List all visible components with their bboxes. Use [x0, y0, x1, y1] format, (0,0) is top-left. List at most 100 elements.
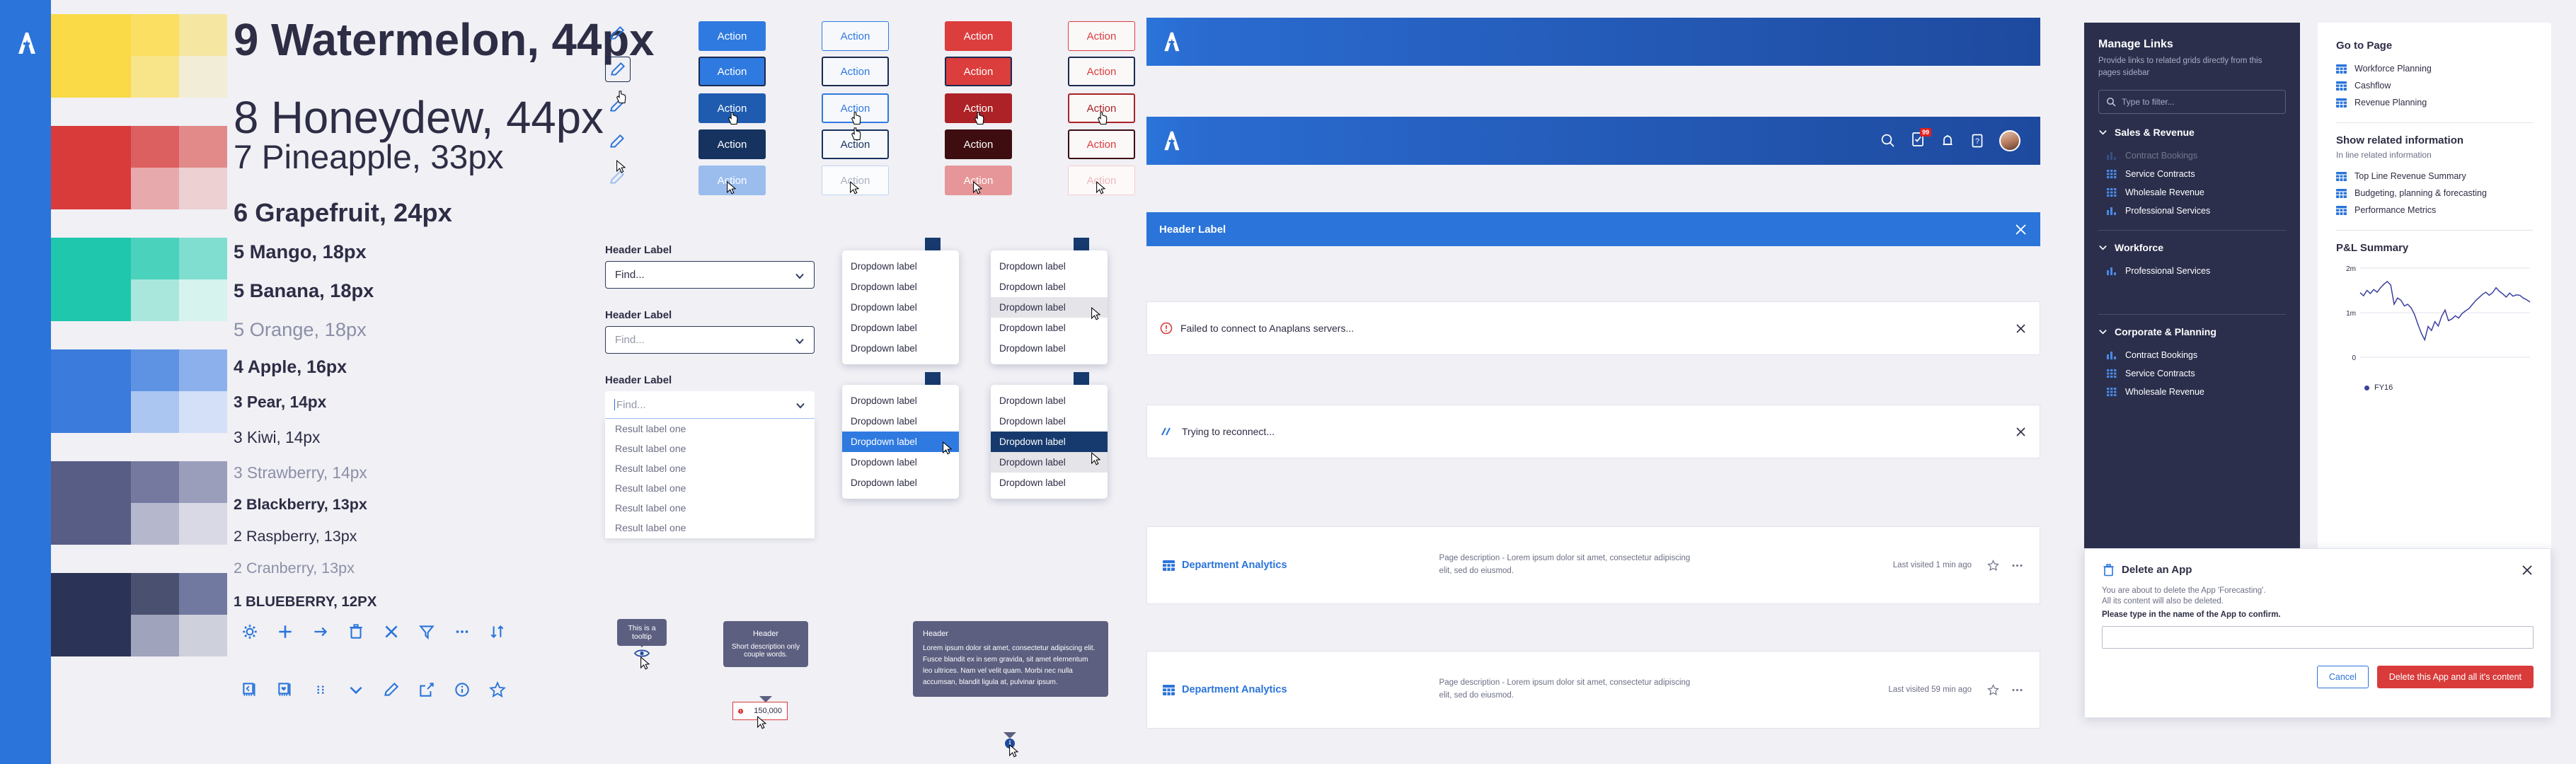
- trash-icon[interactable]: [347, 623, 365, 641]
- dropdown-item[interactable]: Dropdown label: [842, 411, 959, 432]
- action-button-secondary-red-focus[interactable]: Action: [1068, 57, 1135, 86]
- sidebar-link-wholesale-revenue[interactable]: Wholesale Revenue: [2098, 383, 2286, 401]
- sidebar-link-service-contracts[interactable]: Service Contracts: [2098, 364, 2286, 383]
- related-info-link-performance-metrics[interactable]: Performance Metrics: [2336, 202, 2533, 219]
- ellipsis-icon[interactable]: [2011, 684, 2024, 696]
- action-button-secondary-red-active[interactable]: Action: [1068, 129, 1135, 159]
- action-button-primary-red-default[interactable]: Action: [945, 21, 1012, 51]
- action-button-primary-red-focus[interactable]: Action: [945, 57, 1012, 86]
- close-icon[interactable]: [2015, 323, 2027, 335]
- ellipsis-icon[interactable]: [2011, 560, 2024, 572]
- dropdown-item[interactable]: Dropdown label: [991, 338, 1108, 359]
- page-card[interactable]: Department Analytics Page description - …: [1146, 526, 2040, 604]
- go-to-page-link-cashflow[interactable]: Cashflow: [2336, 77, 2533, 94]
- gear-icon[interactable]: [241, 623, 259, 641]
- export-icon[interactable]: [418, 681, 436, 699]
- action-button-primary-blue-active[interactable]: Action: [698, 129, 766, 159]
- bell-icon[interactable]: [1940, 133, 1955, 149]
- star-icon[interactable]: [488, 681, 507, 699]
- related-info-link-budgeting-planning-forecasting[interactable]: Budgeting, planning & forecasting: [2336, 185, 2533, 202]
- star-icon[interactable]: [1987, 559, 1999, 572]
- avatar[interactable]: [1999, 130, 2020, 151]
- dropdown-item[interactable]: Dropdown label: [991, 256, 1108, 277]
- plus-icon[interactable]: [276, 623, 294, 641]
- sort-icon[interactable]: [488, 623, 507, 641]
- dropdown-item[interactable]: Dropdown label: [842, 318, 959, 338]
- pencil-icon[interactable]: [608, 132, 626, 151]
- filter-icon[interactable]: [418, 623, 436, 641]
- dropdown-item[interactable]: Dropdown label: [842, 390, 959, 411]
- close-icon[interactable]: [2014, 223, 2028, 236]
- result-item[interactable]: Result label one: [606, 439, 814, 458]
- dropdown-item[interactable]: Dropdown label: [991, 473, 1108, 493]
- sidebar-link-wholesale-revenue[interactable]: Wholesale Revenue: [2098, 183, 2286, 202]
- action-button-primary-blue-focus[interactable]: Action: [698, 57, 766, 86]
- card-title[interactable]: Department Analytics: [1182, 684, 1287, 695]
- link-group-header[interactable]: Sales & Revenue: [2098, 127, 2286, 138]
- star-icon[interactable]: [1987, 683, 1999, 696]
- action-button-primary-blue-default[interactable]: Action: [698, 21, 766, 51]
- pencil-icon[interactable]: [382, 681, 401, 699]
- result-item[interactable]: Result label one: [606, 518, 814, 538]
- action-button-secondary-blue-focus[interactable]: Action: [822, 57, 889, 86]
- close-icon[interactable]: [2015, 426, 2027, 438]
- chevron-down-icon[interactable]: [795, 400, 806, 411]
- action-button-secondary-red-default[interactable]: Action: [1068, 21, 1135, 51]
- close-icon[interactable]: [382, 623, 401, 641]
- sidebar-link-professional-services[interactable]: Professional Services: [2098, 202, 2286, 220]
- go-to-page-link-revenue-planning[interactable]: Revenue Planning: [2336, 94, 2533, 111]
- result-item[interactable]: Result label one: [606, 458, 814, 478]
- link-group-header[interactable]: Workforce: [2098, 242, 2286, 253]
- chevron-down-icon[interactable]: [2098, 127, 2108, 137]
- dropdown-item[interactable]: Dropdown label: [842, 277, 959, 297]
- cancel-button[interactable]: Cancel: [2316, 666, 2369, 688]
- page-card[interactable]: Department Analytics Page description - …: [1146, 651, 2040, 729]
- sidebar-link-contract-bookings[interactable]: Contract Bookings: [2098, 346, 2286, 364]
- dropdown-item[interactable]: Dropdown label: [991, 432, 1108, 452]
- find-select[interactable]: Find...: [605, 391, 815, 419]
- sidebar-link-service-contracts[interactable]: Service Contracts: [2098, 165, 2286, 183]
- result-item[interactable]: Result label one: [606, 478, 814, 498]
- help-icon[interactable]: ?: [1970, 133, 1985, 149]
- filter-input[interactable]: Type to filter...: [2098, 89, 2286, 114]
- pencil-icon[interactable]: [609, 60, 627, 79]
- drag-handle-icon[interactable]: [311, 681, 330, 699]
- pencil-icon[interactable]: [608, 24, 626, 42]
- panel-collapse-icon[interactable]: [241, 681, 259, 699]
- panel-favorite-icon[interactable]: [276, 681, 294, 699]
- chevron-down-icon[interactable]: [2098, 243, 2108, 252]
- card-title[interactable]: Department Analytics: [1182, 560, 1287, 571]
- search-icon[interactable]: [1880, 133, 1896, 149]
- dropdown-item[interactable]: Dropdown label: [991, 411, 1108, 432]
- find-select[interactable]: Find...: [605, 261, 815, 289]
- info-icon[interactable]: [453, 681, 471, 699]
- chevron-down-icon[interactable]: [2098, 327, 2108, 336]
- pencil-button-focus[interactable]: [605, 57, 631, 82]
- arrow-right-icon[interactable]: [311, 623, 330, 641]
- chevron-down-icon[interactable]: [794, 335, 805, 347]
- dropdown-item[interactable]: Dropdown label: [991, 277, 1108, 297]
- ellipsis-icon[interactable]: [453, 623, 471, 641]
- tasks-icon[interactable]: 99: [1910, 127, 1931, 151]
- app-name-confirm-input[interactable]: [2102, 626, 2534, 649]
- link-group-header[interactable]: Corporate & Planning: [2098, 326, 2286, 337]
- related-info-link-top-line-revenue-summary[interactable]: Top Line Revenue Summary: [2336, 168, 2533, 185]
- sidebar-link-contract-bookings[interactable]: Contract Bookings: [2098, 146, 2286, 165]
- pencil-button-default[interactable]: [605, 21, 631, 47]
- pencil-button-active[interactable]: [605, 129, 631, 155]
- dropdown-item[interactable]: Dropdown label: [842, 338, 959, 359]
- find-select[interactable]: Find...: [605, 326, 815, 354]
- result-item[interactable]: Result label one: [606, 498, 814, 518]
- action-button-secondary-blue-default[interactable]: Action: [822, 21, 889, 51]
- chevron-down-icon[interactable]: [794, 270, 805, 282]
- dropdown-item[interactable]: Dropdown label: [842, 256, 959, 277]
- dropdown-item[interactable]: Dropdown label: [842, 297, 959, 318]
- chevron-down-icon[interactable]: [347, 681, 365, 699]
- go-to-page-link-workforce-planning[interactable]: Workforce Planning: [2336, 60, 2533, 77]
- dropdown-item[interactable]: Dropdown label: [842, 473, 959, 493]
- close-icon[interactable]: [2521, 564, 2534, 577]
- dropdown-item[interactable]: Dropdown label: [991, 390, 1108, 411]
- action-button-primary-red-active[interactable]: Action: [945, 129, 1012, 159]
- sidebar-link-professional-services[interactable]: Professional Services: [2098, 262, 2286, 280]
- delete-app-button[interactable]: Delete this App and all it's content: [2376, 666, 2534, 688]
